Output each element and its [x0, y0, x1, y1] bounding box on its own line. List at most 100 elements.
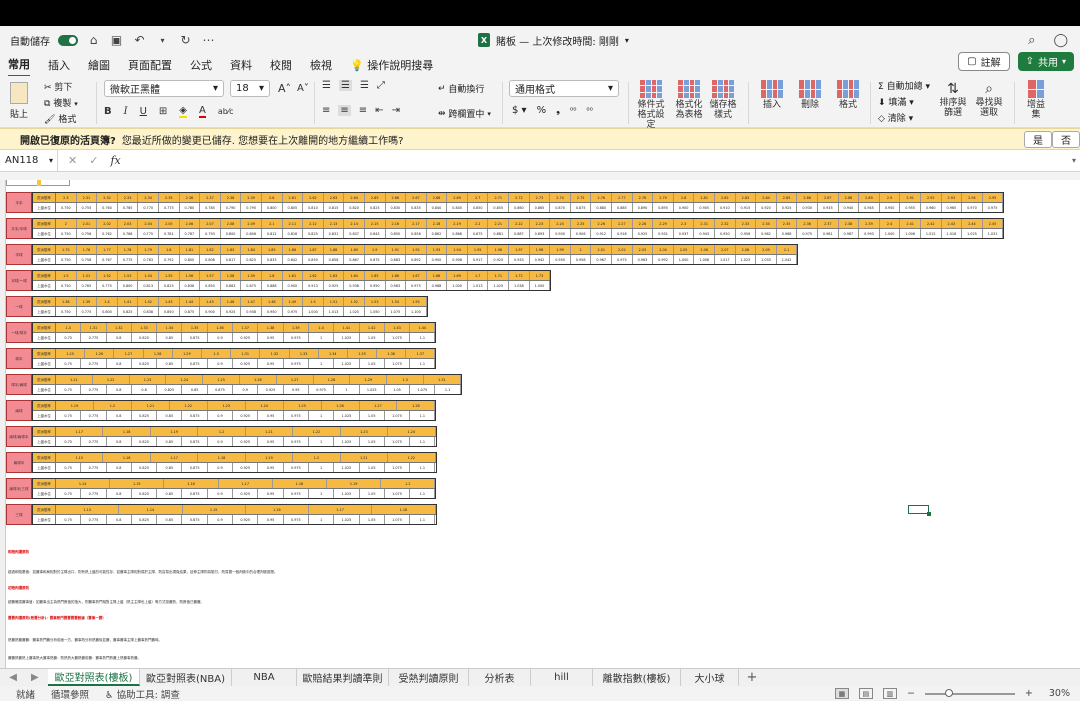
- tell-me-search[interactable]: 💡 操作說明搜尋: [350, 54, 433, 76]
- odds-cell[interactable]: 1.19: [56, 401, 94, 411]
- water-cell[interactable]: 0.968: [777, 229, 798, 238]
- tab-data[interactable]: 資料: [230, 54, 252, 76]
- odds-cell[interactable]: 1.9: [365, 245, 386, 255]
- odds-cell[interactable]: 2.65: [365, 193, 386, 203]
- align-bottom-icon[interactable]: ☰: [360, 80, 369, 91]
- tab-home[interactable]: 常用: [8, 53, 30, 77]
- water-cell[interactable]: 0.833: [262, 255, 283, 264]
- water-cell[interactable]: 1: [309, 463, 335, 472]
- water-cell[interactable]: 0.825: [132, 463, 158, 472]
- water-cell[interactable]: 1.000: [674, 255, 695, 264]
- odds-cell[interactable]: 1.24: [166, 375, 204, 385]
- addins-button[interactable]: 增益 集: [1022, 80, 1050, 120]
- odds-cell[interactable]: 1.2: [293, 453, 341, 463]
- odds-cell[interactable]: 1.18: [273, 479, 328, 489]
- water-cell[interactable]: 1.017: [715, 255, 736, 264]
- handicap-label[interactable]: 三球: [6, 504, 32, 525]
- increase-decimal-icon[interactable]: ⁰⁰: [570, 106, 576, 115]
- water-cell[interactable]: 0.963: [386, 281, 407, 290]
- water-cell[interactable]: 0.792: [159, 255, 180, 264]
- undo-icon[interactable]: ↶: [132, 33, 147, 48]
- water-cell[interactable]: 0.918: [612, 229, 633, 238]
- percent-icon[interactable]: %: [537, 105, 547, 116]
- water-cell[interactable]: 0.825: [241, 255, 262, 264]
- water-cell[interactable]: 0.925: [233, 437, 259, 446]
- clear-button[interactable]: ◇ 清除 ▾: [878, 111, 913, 124]
- water-cell[interactable]: 0.970: [962, 203, 983, 212]
- odds-cell[interactable]: 2.32: [715, 219, 736, 229]
- odds-cell[interactable]: 2.72: [509, 193, 530, 203]
- odds-cell[interactable]: 2: [571, 245, 592, 255]
- odds-cell[interactable]: 1.47: [241, 297, 262, 307]
- water-cell[interactable]: 0.95: [258, 463, 284, 472]
- odds-cell[interactable]: 2.31: [77, 193, 98, 203]
- water-cell[interactable]: 0.762: [97, 229, 118, 238]
- odds-cell[interactable]: 2.9: [880, 193, 901, 203]
- odds-cell[interactable]: 1.41: [118, 297, 139, 307]
- water-cell[interactable]: 1.1: [410, 359, 436, 368]
- odds-cell[interactable]: 1.22: [293, 427, 341, 437]
- water-cell[interactable]: 0.925: [233, 411, 259, 420]
- odds-cell[interactable]: 1.55: [406, 297, 427, 307]
- water-cell[interactable]: 0.838: [180, 281, 201, 290]
- water-cell[interactable]: 1.025: [344, 307, 365, 316]
- row-caption[interactable]: 歐洲賠率: [33, 453, 56, 463]
- merge-center-button[interactable]: ⇹ 跨欄置中 ▾: [438, 107, 491, 121]
- row-caption[interactable]: 上盤水位: [33, 489, 56, 498]
- water-cell[interactable]: 0.843: [365, 229, 386, 238]
- sort-filter-button[interactable]: ⇅ 排序與 篩選: [938, 80, 968, 118]
- zoom-slider-knob[interactable]: [944, 688, 953, 697]
- odds-cell[interactable]: 1.27: [277, 375, 314, 385]
- odds-cell[interactable]: 2.1: [262, 219, 283, 229]
- odds-cell[interactable]: 2.3: [56, 193, 77, 203]
- odds-cell[interactable]: 1.21: [341, 453, 389, 463]
- water-cell[interactable]: 0.85: [157, 359, 183, 368]
- odds-cell[interactable]: 1.52: [97, 271, 118, 281]
- odds-cell[interactable]: 2.2: [468, 219, 489, 229]
- water-cell[interactable]: 0.9: [208, 411, 234, 420]
- odds-cell[interactable]: 1.18: [103, 427, 151, 437]
- sheet-tab-7[interactable]: 離散指數(樓板): [593, 669, 681, 686]
- odds-cell[interactable]: 1.4: [309, 323, 335, 333]
- water-cell[interactable]: 1.1: [410, 437, 436, 446]
- water-cell[interactable]: 0.943: [694, 229, 715, 238]
- odds-cell[interactable]: 1.19: [327, 479, 382, 489]
- water-cell[interactable]: 0.765: [77, 281, 98, 290]
- chevron-down-icon[interactable]: ▾: [625, 36, 629, 45]
- odds-cell[interactable]: 2.33: [118, 193, 139, 203]
- water-cell[interactable]: 1.05: [360, 463, 385, 472]
- water-cell[interactable]: 0.95: [258, 333, 284, 342]
- water-cell[interactable]: 0.9: [208, 359, 234, 368]
- odds-cell[interactable]: 2.02: [97, 219, 118, 229]
- water-cell[interactable]: 0.85: [157, 437, 183, 446]
- water-cell[interactable]: 0.795: [241, 203, 262, 212]
- odds-cell[interactable]: 1.3: [56, 323, 82, 333]
- water-cell[interactable]: 1.075: [385, 437, 411, 446]
- odds-cell[interactable]: 2.19: [447, 219, 468, 229]
- water-cell[interactable]: 0.860: [509, 203, 530, 212]
- odds-cell[interactable]: 1.26: [322, 401, 360, 411]
- water-cell[interactable]: 0.831: [324, 229, 345, 238]
- water-cell[interactable]: 1.000: [447, 281, 468, 290]
- tab-review[interactable]: 校閱: [270, 54, 292, 76]
- water-cell[interactable]: 0.9: [208, 489, 234, 498]
- odds-cell[interactable]: 2.11: [283, 219, 304, 229]
- water-cell[interactable]: 0.775: [159, 203, 180, 212]
- water-cell[interactable]: 0.880: [591, 203, 613, 212]
- odds-cell[interactable]: 2.8: [674, 193, 695, 203]
- odds-cell[interactable]: 1.31: [424, 375, 461, 385]
- water-cell[interactable]: 0.820: [344, 203, 365, 212]
- comma-icon[interactable]: ❟: [556, 105, 560, 116]
- water-cell[interactable]: 0.913: [303, 281, 324, 290]
- align-center-icon[interactable]: ≡: [338, 105, 351, 116]
- water-cell[interactable]: 0.893: [530, 229, 551, 238]
- water-cell[interactable]: 0.775: [77, 307, 98, 316]
- water-cell[interactable]: 1.075: [410, 385, 436, 394]
- odds-cell[interactable]: 2.03: [633, 245, 654, 255]
- row-caption[interactable]: 歐洲賠率: [33, 297, 56, 307]
- handicap-label[interactable]: 一球/球半: [6, 322, 32, 343]
- comment-button[interactable]: ▢ 註解: [958, 52, 1010, 71]
- odds-cell[interactable]: 1.98: [530, 245, 551, 255]
- water-cell[interactable]: 0.900: [200, 307, 221, 316]
- water-cell[interactable]: 0.8: [132, 385, 158, 394]
